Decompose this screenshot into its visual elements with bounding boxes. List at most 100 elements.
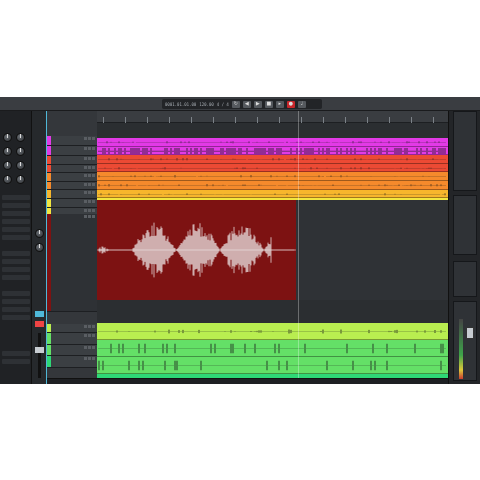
track-toggle-button[interactable] xyxy=(88,346,91,349)
track-toggle-button[interactable] xyxy=(92,209,95,212)
track-lane[interactable] xyxy=(97,138,448,147)
channel-button[interactable] xyxy=(35,321,44,327)
track-toggle-button[interactable] xyxy=(84,200,87,203)
track-toggle-button[interactable] xyxy=(88,325,91,328)
track-color-swatch[interactable] xyxy=(47,190,51,198)
inspector-field[interactable] xyxy=(2,219,30,224)
track-header[interactable] xyxy=(47,156,97,165)
inspector-field[interactable] xyxy=(2,203,30,208)
inspector-field[interactable] xyxy=(2,195,30,200)
track-header[interactable] xyxy=(47,146,97,156)
track-color-swatch[interactable] xyxy=(47,156,51,164)
inspector-field[interactable] xyxy=(2,251,30,256)
knob[interactable] xyxy=(16,175,25,184)
track-toggle-button[interactable] xyxy=(88,209,91,212)
inspector-field[interactable] xyxy=(2,307,30,312)
track-toggle-button[interactable] xyxy=(92,183,95,186)
track-toggle-button[interactable] xyxy=(88,334,91,337)
track-toggle-button[interactable] xyxy=(88,357,91,360)
track-toggle-button[interactable] xyxy=(92,346,95,349)
track-toggle-button[interactable] xyxy=(84,147,87,150)
track-color-swatch[interactable] xyxy=(47,146,51,155)
track-lane[interactable] xyxy=(97,146,448,156)
track-lane[interactable] xyxy=(97,155,448,164)
track-lane[interactable] xyxy=(97,323,448,340)
track-toggle-button[interactable] xyxy=(88,200,91,203)
track-toggle-button[interactable] xyxy=(84,137,87,140)
track-color-swatch[interactable] xyxy=(47,324,51,332)
forward-icon[interactable]: ▶ xyxy=(253,100,262,108)
knob[interactable] xyxy=(3,147,12,156)
inspector-field[interactable] xyxy=(2,227,30,232)
track-toggle-button[interactable] xyxy=(84,183,87,186)
track-toggle-button[interactable] xyxy=(84,166,87,169)
inspector-field[interactable] xyxy=(2,299,30,304)
track-toggle-button[interactable] xyxy=(84,157,87,160)
track-toggle-button[interactable] xyxy=(92,147,95,150)
track-toggle-button[interactable] xyxy=(88,183,91,186)
track-toggle-button[interactable] xyxy=(88,137,91,140)
tempo-display[interactable]: 120.00 xyxy=(199,102,213,107)
knob[interactable] xyxy=(16,147,25,156)
track-color-swatch[interactable] xyxy=(47,136,51,145)
track-color-swatch[interactable] xyxy=(47,199,51,207)
track-toggle-button[interactable] xyxy=(92,191,95,194)
track-lane[interactable] xyxy=(97,172,448,181)
channel-button[interactable] xyxy=(35,311,44,317)
track-header[interactable] xyxy=(47,356,97,368)
knob[interactable] xyxy=(3,133,12,142)
record-icon[interactable]: ● xyxy=(286,100,295,108)
position-display[interactable]: 0001.01.01.00 xyxy=(165,102,196,107)
track-toggle-button[interactable] xyxy=(84,209,87,212)
metronome-icon[interactable]: ♩ xyxy=(297,100,306,108)
track-color-swatch[interactable] xyxy=(47,333,51,344)
track-header[interactable] xyxy=(47,173,97,182)
track-toggle-button[interactable] xyxy=(88,215,91,218)
track-toggle-button[interactable] xyxy=(88,147,91,150)
track-header[interactable] xyxy=(47,182,97,190)
track-color-swatch[interactable] xyxy=(47,214,51,311)
inspector-field[interactable] xyxy=(2,315,30,320)
track-color-swatch[interactable] xyxy=(47,182,51,189)
track-toggle-button[interactable] xyxy=(92,166,95,169)
track-toggle-button[interactable] xyxy=(92,137,95,140)
knob[interactable] xyxy=(16,133,25,142)
track-header[interactable] xyxy=(47,324,97,333)
track-toggle-button[interactable] xyxy=(84,357,87,360)
track-toggle-button[interactable] xyxy=(84,346,87,349)
track-toggle-button[interactable] xyxy=(88,157,91,160)
knob[interactable] xyxy=(3,161,12,170)
track-toggle-button[interactable] xyxy=(92,157,95,160)
track-lane[interactable] xyxy=(97,340,448,357)
inspector-field[interactable] xyxy=(2,267,30,272)
inspector-field[interactable] xyxy=(2,291,30,296)
inspector-field[interactable] xyxy=(2,351,30,356)
signature-display[interactable]: 4 / 4 xyxy=(217,102,229,107)
track-color-swatch[interactable] xyxy=(47,345,51,355)
track-lane[interactable] xyxy=(97,357,448,374)
play-icon[interactable]: ▸ xyxy=(275,100,284,108)
track-toggle-button[interactable] xyxy=(92,325,95,328)
inspector-field[interactable] xyxy=(2,259,30,264)
inspector-field[interactable] xyxy=(2,359,30,364)
inspector-field[interactable] xyxy=(2,211,30,216)
loop-icon[interactable]: ↻ xyxy=(231,100,240,108)
playhead[interactable] xyxy=(298,111,299,384)
inspector-field[interactable] xyxy=(2,275,30,280)
track-header[interactable] xyxy=(47,333,97,345)
track-lane[interactable] xyxy=(97,189,448,199)
rewind-icon[interactable]: ◀ xyxy=(242,100,251,108)
track-toggle-button[interactable] xyxy=(84,325,87,328)
knob[interactable] xyxy=(35,229,44,238)
track-toggle-button[interactable] xyxy=(84,334,87,337)
track-toggle-button[interactable] xyxy=(92,174,95,177)
track-header[interactable] xyxy=(47,190,97,199)
knob[interactable] xyxy=(35,243,44,252)
track-toggle-button[interactable] xyxy=(92,215,95,218)
track-toggle-button[interactable] xyxy=(88,166,91,169)
knob[interactable] xyxy=(3,175,12,184)
track-header[interactable] xyxy=(47,345,97,356)
audio-event[interactable] xyxy=(97,200,296,300)
track-color-swatch[interactable] xyxy=(47,173,51,181)
track-header[interactable] xyxy=(47,165,97,173)
